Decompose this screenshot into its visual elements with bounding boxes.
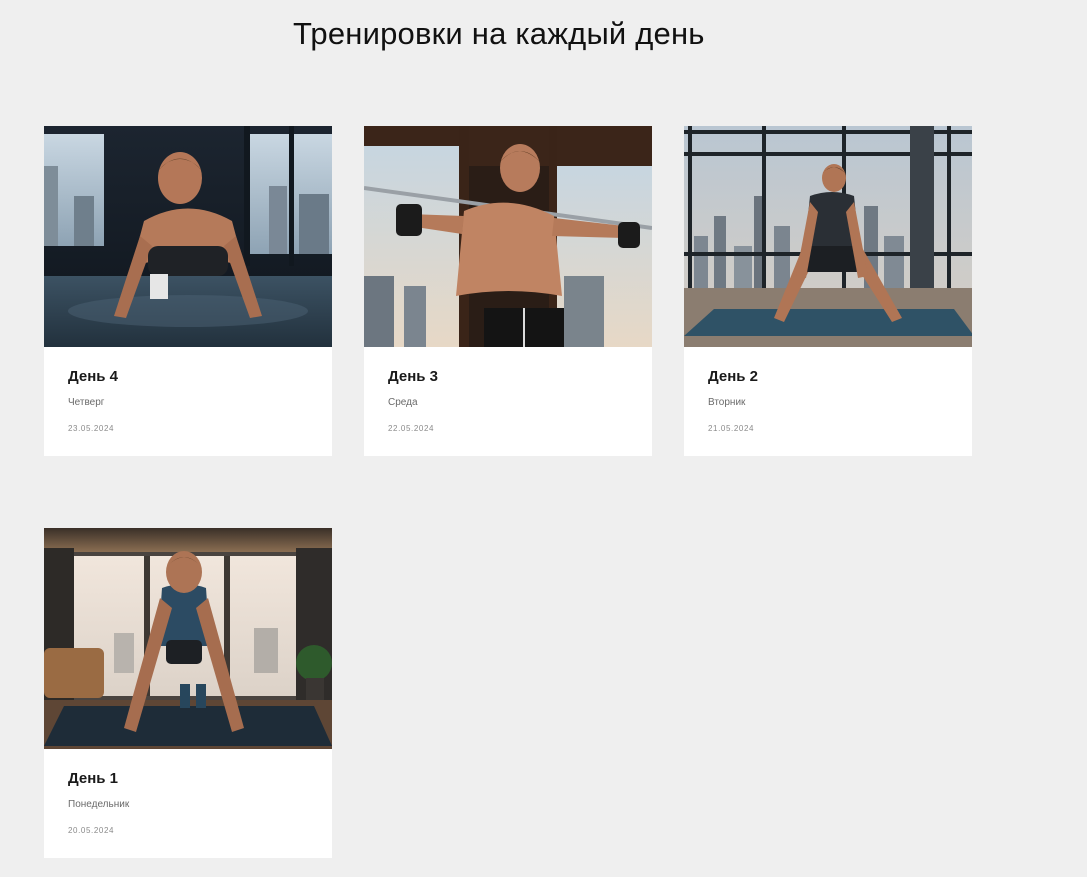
workout-date: 22.05.2024 (388, 424, 435, 433)
workout-title[interactable]: День 2 (708, 368, 758, 385)
workout-photo[interactable] (44, 528, 332, 749)
workout-date: 23.05.2024 (68, 424, 115, 433)
page-title: Тренировки на каждый день (293, 16, 705, 51)
workout-weekday: Вторник (708, 397, 746, 408)
workout-weekday: Понедельник (68, 799, 130, 810)
workout-weekday: Четверг (68, 397, 105, 408)
workout-weekday: Среда (388, 397, 418, 408)
workout-card-day-4[interactable]: День 4 Четверг 23.05.2024 (44, 126, 332, 456)
workout-photo[interactable] (44, 126, 332, 347)
workout-title[interactable]: День 3 (388, 368, 438, 385)
workout-card-day-3[interactable]: День 3 Среда 22.05.2024 (364, 126, 652, 456)
workout-date: 21.05.2024 (708, 424, 755, 433)
workout-card-day-2[interactable]: День 2 Вторник 21.05.2024 (684, 126, 972, 456)
workout-title[interactable]: День 1 (68, 770, 118, 787)
workout-card-day-1[interactable]: День 1 Понедельник 20.05.2024 (44, 528, 332, 858)
workout-photo[interactable] (684, 126, 972, 347)
workout-photo[interactable] (364, 126, 652, 347)
workout-date: 20.05.2024 (68, 826, 115, 835)
workout-title[interactable]: День 4 (68, 368, 118, 385)
